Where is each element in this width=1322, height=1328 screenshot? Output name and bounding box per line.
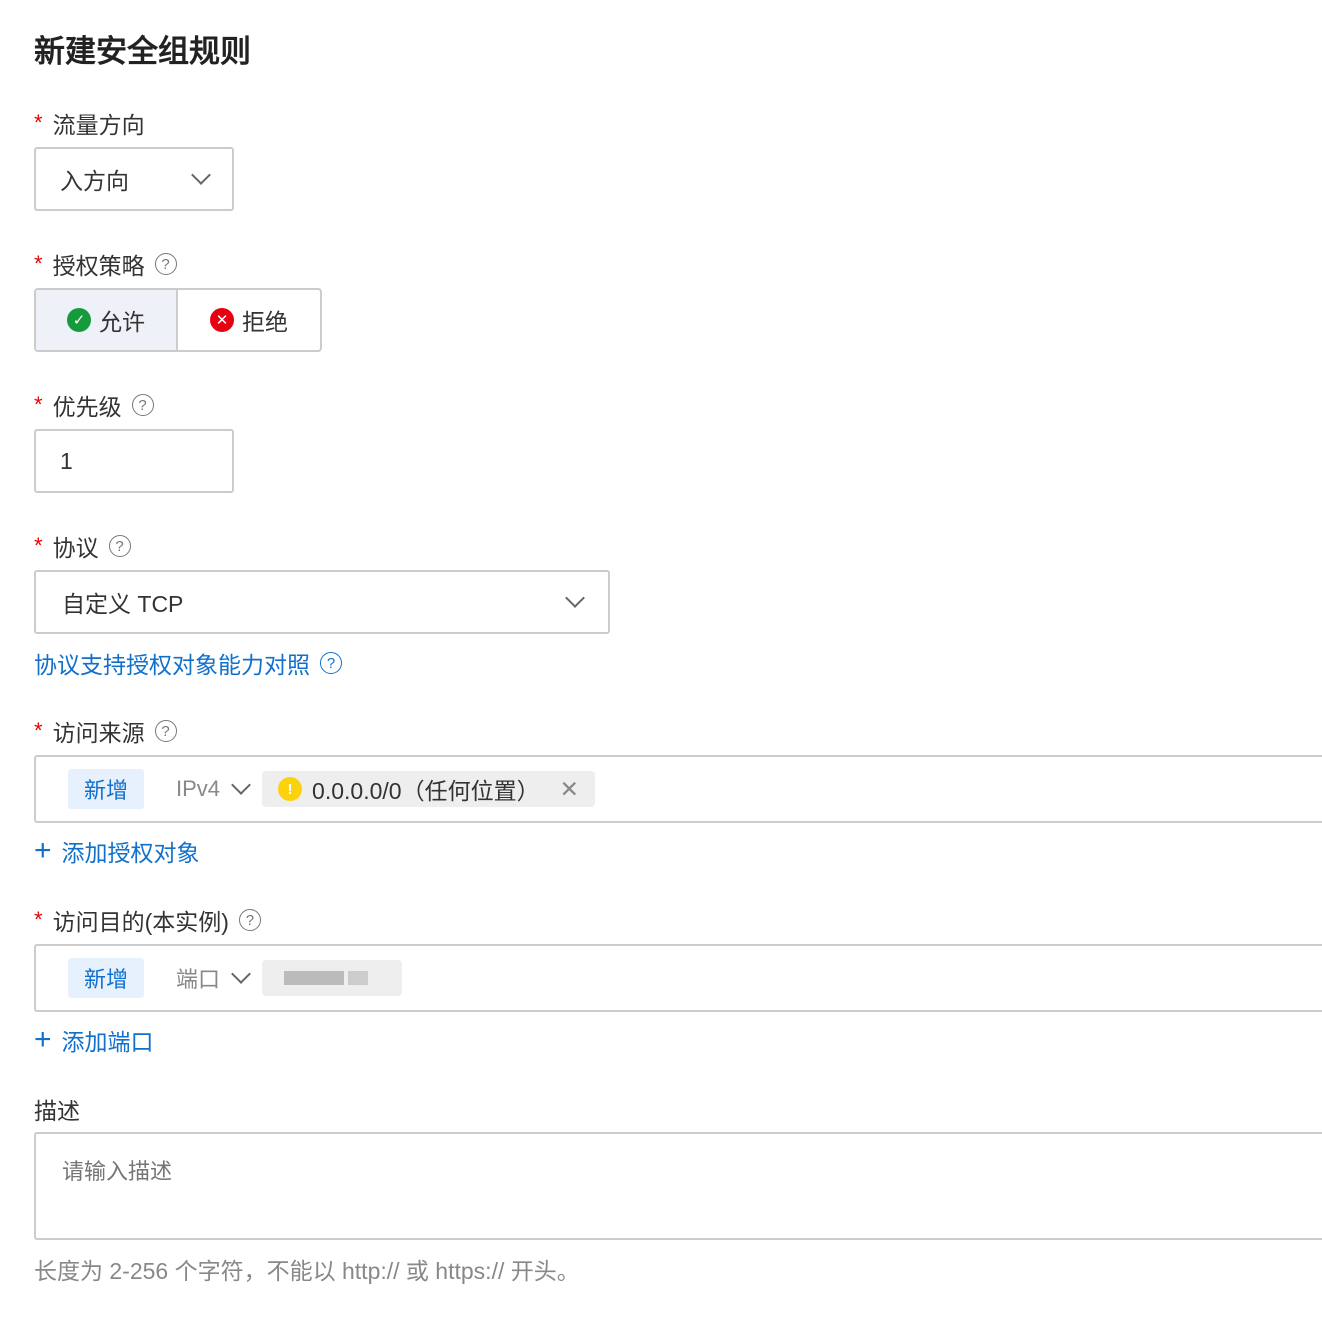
link-text: 添加端口 [61, 1029, 154, 1055]
source-label: * 访问来源? [34, 714, 177, 748]
help-icon: ? [320, 652, 342, 674]
label-text: 优先级 [52, 394, 122, 420]
new-tag: 新增 [68, 958, 145, 998]
direction-select[interactable]: 入方向 [34, 147, 234, 211]
label-text: 协议 [52, 535, 99, 561]
dest-type-select[interactable]: 端口 [176, 962, 251, 994]
label-text: 访问来源 [52, 720, 145, 746]
plus-icon: + [34, 834, 52, 867]
label-text: 授权策略 [52, 253, 145, 279]
help-icon[interactable]: ? [154, 720, 177, 742]
policy-label: * 授权策略? [34, 247, 177, 281]
policy-deny-button[interactable]: ✕ 拒绝 [178, 290, 320, 350]
help-icon[interactable]: ? [238, 909, 261, 931]
chevron-down-icon [231, 964, 251, 984]
help-icon[interactable]: ? [131, 394, 154, 416]
protocol-select[interactable]: 自定义 TCP [34, 570, 610, 634]
allow-label: 允许 [99, 309, 145, 335]
close-icon[interactable]: ✕ [560, 776, 579, 803]
deny-label: 拒绝 [242, 309, 288, 335]
help-icon[interactable]: ? [154, 253, 177, 275]
chip-text: 0.0.0.0/0（任何位置） [312, 778, 540, 804]
x-circle-icon: ✕ [210, 308, 234, 332]
label-text: 访问目的(本实例) [52, 909, 229, 935]
type-value: IPv4 [176, 776, 221, 801]
select-value: 入方向 [60, 168, 129, 194]
desc-label: 描述 [34, 1098, 80, 1124]
dest-label: * 访问目的(本实例)? [34, 903, 261, 937]
protocol-label: * 协议? [34, 529, 131, 563]
source-field[interactable]: 新增 IPv4 ! 0.0.0.0/0（任何位置） ✕ [34, 755, 1322, 823]
description-textarea[interactable] [34, 1132, 1322, 1240]
type-value: 端口 [176, 967, 221, 992]
redacted-port-chip [262, 960, 403, 996]
priority-input[interactable]: 1 [34, 429, 234, 493]
check-circle-icon: ✓ [67, 308, 91, 332]
chevron-down-icon [565, 588, 585, 608]
label-text: 流量方向 [52, 112, 145, 138]
select-value: 自定义 TCP [62, 591, 184, 617]
help-icon[interactable]: ? [108, 535, 131, 557]
source-type-select[interactable]: IPv4 [176, 775, 251, 802]
chevron-down-icon [231, 775, 251, 795]
warning-icon: ! [278, 777, 303, 801]
link-text: 协议支持授权对象能力对照 [34, 652, 310, 678]
page-title: 新建安全组规则 [34, 34, 251, 69]
plus-icon: + [34, 1023, 52, 1056]
policy-radio-group: ✓ 允许 ✕ 拒绝 [34, 288, 322, 352]
chevron-down-icon [191, 165, 211, 185]
description-hint: 长度为 2-256 个字符，不能以 http:// 或 https:// 开头。 [34, 1258, 580, 1284]
protocol-capability-link[interactable]: 协议支持授权对象能力对照? [34, 646, 342, 680]
link-text: 添加授权对象 [61, 840, 200, 866]
direction-label: * 流量方向 [34, 106, 145, 140]
policy-allow-button[interactable]: ✓ 允许 [36, 290, 178, 350]
add-source-link[interactable]: + 添加授权对象 [34, 834, 200, 868]
new-tag: 新增 [68, 769, 145, 809]
dest-field[interactable]: 新增 端口 [34, 944, 1322, 1012]
add-port-link[interactable]: + 添加端口 [34, 1023, 154, 1057]
priority-label: * 优先级? [34, 388, 154, 422]
source-chip: ! 0.0.0.0/0（任何位置） ✕ [262, 771, 595, 807]
